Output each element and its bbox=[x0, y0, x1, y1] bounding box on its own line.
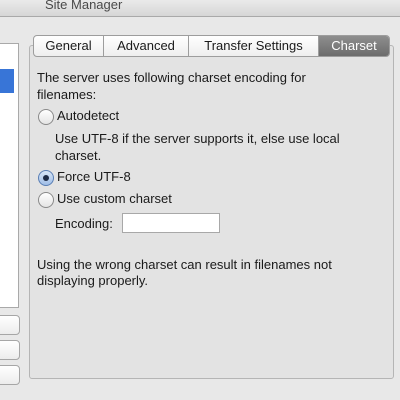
autodetect-radio[interactable] bbox=[38, 109, 54, 125]
window-title: Site Manager bbox=[45, 0, 123, 12]
tab-bar: General Advanced Transfer Settings Chars… bbox=[33, 35, 390, 57]
autodetect-label[interactable]: Autodetect bbox=[57, 108, 119, 124]
custom-charset-radio[interactable] bbox=[38, 192, 54, 208]
force-utf8-label[interactable]: Force UTF-8 bbox=[57, 169, 131, 185]
warning-text-line2: displaying properly. bbox=[37, 273, 149, 288]
encoding-input[interactable] bbox=[122, 213, 220, 233]
tab-transfer-settings[interactable]: Transfer Settings bbox=[189, 36, 319, 56]
new-site-button[interactable] bbox=[0, 315, 20, 335]
title-bar: Site Manager bbox=[0, 0, 400, 17]
tab-advanced[interactable]: Advanced bbox=[104, 36, 189, 56]
site-list-selected-item[interactable] bbox=[0, 69, 14, 93]
new-bookmark-button[interactable] bbox=[0, 365, 20, 385]
intro-text-line1: The server uses following charset encodi… bbox=[37, 70, 306, 85]
encoding-label: Encoding: bbox=[55, 216, 113, 231]
tab-charset[interactable]: Charset bbox=[319, 36, 389, 56]
tab-general[interactable]: General bbox=[34, 36, 104, 56]
autodetect-desc-line1: Use UTF-8 if the server supports it, els… bbox=[55, 131, 340, 146]
new-folder-button[interactable] bbox=[0, 340, 20, 360]
custom-charset-label[interactable]: Use custom charset bbox=[57, 191, 172, 207]
force-utf8-radio[interactable] bbox=[38, 170, 54, 186]
warning-text-line1: Using the wrong charset can result in fi… bbox=[37, 257, 332, 272]
radio-selected-dot bbox=[43, 175, 49, 181]
site-list[interactable] bbox=[0, 43, 19, 308]
autodetect-desc-line2: charset. bbox=[55, 148, 102, 163]
intro-text-line2: filenames: bbox=[37, 87, 97, 102]
